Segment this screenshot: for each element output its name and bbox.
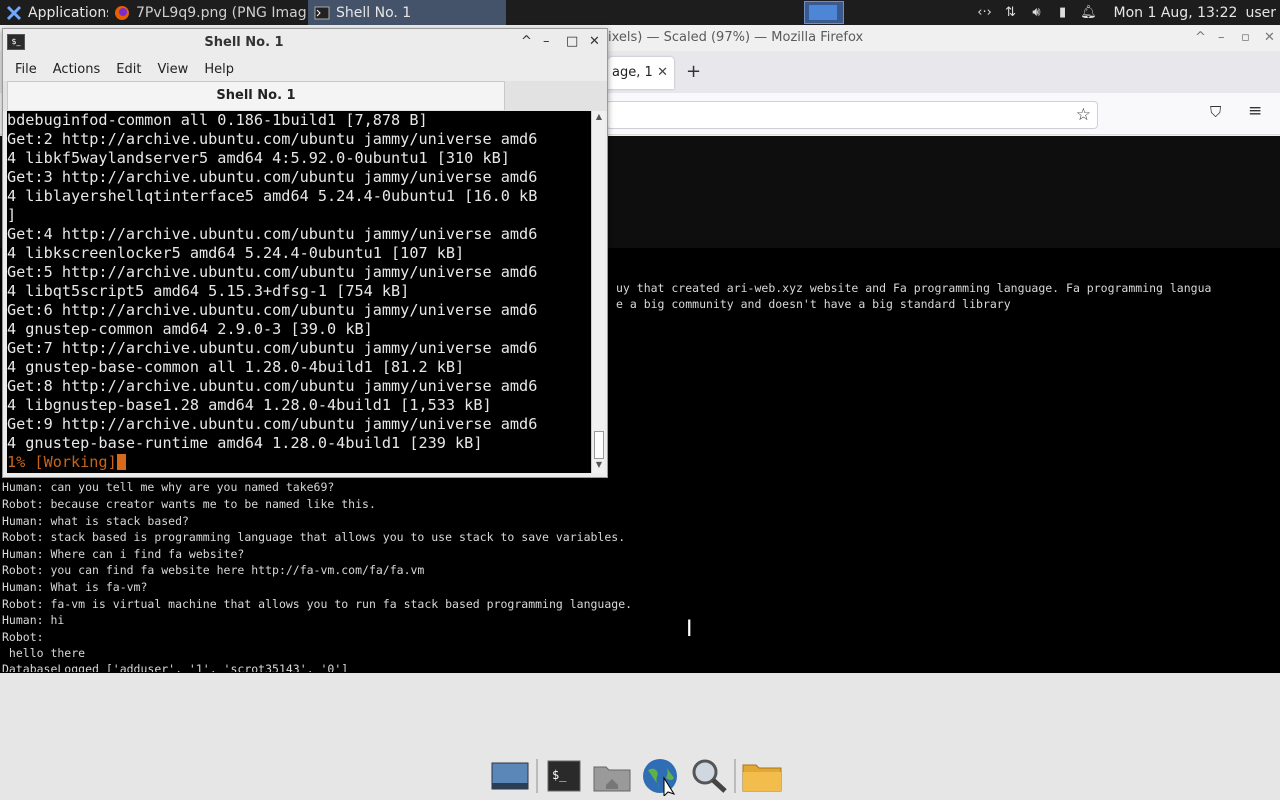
image-text-line: e a big community and doesn't have a big… bbox=[616, 297, 1011, 311]
minimize-icon[interactable]: – bbox=[1218, 25, 1225, 51]
chat-line: Human: What is fa-vm? bbox=[2, 580, 148, 594]
files-folder-icon[interactable] bbox=[738, 754, 786, 798]
taskbar-item-label: 7PvL9q9.png (PNG Imag... bbox=[136, 4, 308, 21]
bottom-dock: $_ bbox=[486, 752, 794, 800]
terminal-scrollbar[interactable]: ▲ ▼ bbox=[591, 111, 605, 473]
firefox-icon bbox=[115, 5, 129, 20]
maximize-icon[interactable]: □ bbox=[566, 34, 578, 49]
terminal-line: bdebuginfod-common all 0.186-1build1 [7,… bbox=[7, 111, 428, 129]
chevron-up-icon[interactable]: ^ bbox=[521, 34, 532, 49]
taskbar-item-label: Shell No. 1 bbox=[336, 4, 412, 21]
pocket-icon[interactable]: ⛉ bbox=[1210, 103, 1221, 121]
tab-close-icon[interactable]: ✕ bbox=[657, 57, 668, 89]
workspace-switcher[interactable] bbox=[803, 1, 844, 24]
chevron-up-icon[interactable]: ^ bbox=[1195, 25, 1206, 51]
svg-text:$_: $_ bbox=[552, 768, 567, 782]
taskbar-item-firefox[interactable]: 7PvL9q9.png (PNG Imag... bbox=[108, 0, 308, 25]
chat-line: Human: can you tell me why are you named… bbox=[2, 480, 335, 494]
terminal-output[interactable]: bdebuginfod-common all 0.186-1build1 [7,… bbox=[7, 111, 591, 473]
terminal-line: 4 liblayershellqtinterface5 amd64 5.24.4… bbox=[7, 187, 538, 205]
terminal-icon bbox=[314, 6, 330, 19]
terminal-line: Get:3 http://archive.ubuntu.com/ubuntu j… bbox=[7, 168, 538, 186]
chat-line: Robot: because creator wants me to be na… bbox=[2, 497, 376, 511]
maximize-icon[interactable]: ▫ bbox=[1241, 25, 1250, 51]
notification-bell-icon[interactable]: 🔔︎ bbox=[1076, 5, 1102, 20]
show-desktop-icon[interactable] bbox=[486, 754, 534, 798]
firefox-window-title: ixels) — Scaled (97%) — Mozilla Firefox bbox=[608, 30, 864, 45]
volume-icon[interactable]: 🔊︎ bbox=[1024, 5, 1050, 20]
terminal-line: ] bbox=[7, 206, 17, 224]
workspace-thumbnail bbox=[808, 5, 837, 20]
chat-line: hello there bbox=[2, 646, 86, 660]
shell-window-title: Shell No. 1 bbox=[204, 35, 284, 50]
hamburger-menu-icon[interactable]: ≡ bbox=[1248, 101, 1262, 121]
chat-line: Robot: you can find fa website here http… bbox=[2, 563, 425, 577]
terminal-status: 1% [Working] bbox=[7, 453, 117, 471]
scroll-down-arrow-icon[interactable]: ▼ bbox=[592, 460, 606, 472]
web-browser-icon[interactable] bbox=[636, 754, 684, 798]
terminal-line: 4 libgnustep-base1.28 amd64 1.28.0-4buil… bbox=[7, 396, 492, 414]
new-tab-plus-icon[interactable]: + bbox=[686, 61, 701, 82]
minimize-icon[interactable]: – bbox=[543, 34, 550, 49]
chat-line: Robot: fa-vm is virtual machine that all… bbox=[2, 597, 633, 611]
close-icon[interactable]: ✕ bbox=[589, 34, 600, 49]
home-folder-icon[interactable] bbox=[588, 754, 636, 798]
user-menu[interactable]: user bbox=[1245, 5, 1280, 21]
terminal-line: 4 gnustep-base-runtime amd64 1.28.0-4bui… bbox=[7, 434, 483, 452]
terminal-line: 4 libkf5waylandserver5 amd64 4:5.92.0-0u… bbox=[7, 149, 510, 167]
chat-line: Human: Where can i find fa website? bbox=[2, 547, 245, 561]
chat-line: DatabaseLogged ['adduser', '1', 'scrot35… bbox=[2, 662, 349, 672]
taskbar-item-shell[interactable]: Shell No. 1 bbox=[308, 0, 506, 25]
shell-menu-bar: File Actions Edit View Help bbox=[3, 57, 607, 81]
terminal-line: Get:6 http://archive.ubuntu.com/ubuntu j… bbox=[7, 301, 538, 319]
network-arrows-icon[interactable]: ‹·› bbox=[972, 5, 998, 20]
chat-line: Human: hi bbox=[2, 613, 65, 627]
clock[interactable]: Mon 1 Aug, 13:22 bbox=[1102, 5, 1246, 21]
network-updown-icon[interactable]: ⇅ bbox=[998, 5, 1024, 20]
terminal-line: Get:7 http://archive.ubuntu.com/ubuntu j… bbox=[7, 339, 538, 357]
menu-actions[interactable]: Actions bbox=[45, 62, 109, 77]
scroll-up-arrow-icon[interactable]: ▲ bbox=[592, 112, 606, 124]
image-text-line: uy that created ari-web.xyz website and … bbox=[616, 281, 1212, 295]
terminal-line: Get:4 http://archive.ubuntu.com/ubuntu j… bbox=[7, 225, 538, 243]
terminal-line: 4 libqt5script5 amd64 5.15.3+dfsg-1 [754… bbox=[7, 282, 410, 300]
chat-line: Robot: stack based is programming langua… bbox=[2, 530, 626, 544]
firefox-tab[interactable]: age, 1 ✕ bbox=[608, 57, 674, 89]
battery-icon[interactable]: ▮ bbox=[1050, 5, 1076, 20]
menu-view[interactable]: View bbox=[149, 62, 196, 77]
terminal-line: Get:8 http://archive.ubuntu.com/ubuntu j… bbox=[7, 377, 538, 395]
shell-tab[interactable]: Shell No. 1 bbox=[7, 81, 505, 110]
terminal-line: Get:2 http://archive.ubuntu.com/ubuntu j… bbox=[7, 130, 538, 148]
xfce-logo-icon bbox=[6, 5, 22, 20]
menu-help[interactable]: Help bbox=[196, 62, 242, 77]
shell-tab-bar: Shell No. 1 bbox=[3, 81, 607, 111]
applications-label: Applications bbox=[28, 4, 108, 21]
app-finder-icon[interactable] bbox=[684, 754, 732, 798]
menu-file[interactable]: File bbox=[7, 62, 45, 77]
chat-line: Human: what is stack based? bbox=[2, 514, 189, 528]
terminal-line: 4 gnustep-base-common all 1.28.0-4build1… bbox=[7, 358, 465, 376]
menu-edit[interactable]: Edit bbox=[108, 62, 149, 77]
top-panel: Applications 7PvL9q9.png (PNG Imag... Sh… bbox=[0, 0, 1280, 25]
bookmark-star-icon[interactable]: ☆ bbox=[1076, 105, 1091, 125]
terminal-status-line: 1% [Working] bbox=[7, 453, 591, 472]
terminal-line: Get:9 http://archive.ubuntu.com/ubuntu j… bbox=[7, 415, 538, 433]
close-icon[interactable]: ✕ bbox=[1264, 25, 1275, 51]
applications-menu-button[interactable]: Applications bbox=[0, 0, 108, 25]
url-input[interactable]: ☆ bbox=[606, 101, 1098, 129]
terminal-line: Get:5 http://archive.ubuntu.com/ubuntu j… bbox=[7, 263, 538, 281]
text-cursor-ibeam: I bbox=[686, 617, 693, 642]
terminal-icon[interactable]: $_ bbox=[540, 754, 588, 798]
tab-title: age, 1 bbox=[612, 65, 653, 80]
shell-window: $_ Shell No. 1 ^ – □ ✕ File Actions Edit… bbox=[2, 28, 608, 478]
shell-titlebar[interactable]: $_ Shell No. 1 ^ – □ ✕ bbox=[3, 29, 607, 57]
terminal-line: 4 gnustep-common amd64 2.9.0-3 [39.0 kB] bbox=[7, 320, 373, 338]
chat-line: Robot: bbox=[2, 630, 44, 644]
terminal-cursor bbox=[116, 454, 126, 470]
scrollbar-thumb[interactable] bbox=[594, 431, 604, 459]
terminal-line: 4 libkscreenlocker5 amd64 5.24.4-0ubuntu… bbox=[7, 244, 465, 262]
